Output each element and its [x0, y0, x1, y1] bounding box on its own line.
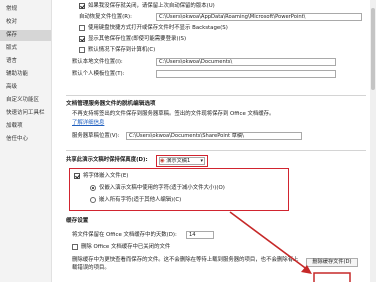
- save-options-panel: 如果我没保存就关闭，请保留上次自动保留的版本(U) 自动恢复文件位置(R): C…: [52, 0, 368, 282]
- embed-all-chars-option[interactable]: 嵌入所有字符(适于其他人编辑)(C): [90, 196, 181, 205]
- autorecover-path-field[interactable]: C:\Users\okwoa\AppData\Roaming\Microsoft…: [156, 13, 362, 21]
- keep-autosave-option[interactable]: 如果我没保存就关闭，请保留上次自动保留的版本(U): [79, 2, 215, 11]
- nav-item-language[interactable]: 语言: [0, 56, 51, 67]
- personal-templates-label: 默认个人模板位置(T):: [72, 71, 125, 77]
- fidelity-label: 共享此演示文稿时保持保真度(D):: [66, 157, 148, 163]
- offline-description: 不再支持将签出的文件保存到服务器草稿。签出的文件现将保存到 Office 文档缓…: [72, 111, 275, 117]
- presentation-icon: ◉: [160, 158, 165, 164]
- nav-item-proofing[interactable]: 校对: [0, 17, 51, 28]
- default-computer-checkbox[interactable]: [79, 46, 85, 53]
- default-computer-option[interactable]: 默认情况下保存到计算机(C): [79, 46, 155, 55]
- cache-days-field[interactable]: 14: [186, 231, 214, 239]
- nav-item-general[interactable]: 常规: [0, 4, 51, 15]
- embed-all-chars-label: 嵌入所有字符(适于其他人编辑)(C): [99, 197, 182, 203]
- show-additional-locations-option[interactable]: 显示其他保存位置(即使可能需要登录)(S): [79, 35, 186, 44]
- keyboard-shortcuts-label: 使用键盘快捷方式打开或保存文件时不显示 Backstage(S): [88, 25, 228, 31]
- nav-item-quick-access-toolbar[interactable]: 快速访问工具栏: [0, 108, 51, 119]
- nav-item-add-ins[interactable]: 加载项: [0, 121, 51, 132]
- scrollbar-thumb[interactable]: [371, 8, 375, 90]
- delete-closed-option[interactable]: 删除 Office 文档缓存中已关闭的文件: [72, 243, 170, 252]
- keep-autosave-checkbox[interactable]: [79, 2, 85, 9]
- embed-fonts-label: 将字体嵌入文件(E): [83, 173, 129, 179]
- embed-used-chars-radio[interactable]: [90, 184, 96, 191]
- embed-fonts-checkbox[interactable]: [74, 172, 80, 179]
- default-computer-label: 默认情况下保存到计算机(C): [88, 47, 156, 53]
- embed-used-chars-option[interactable]: 仅嵌入演示文稿中使用的字符(适于减小文件大小)(O): [90, 184, 225, 193]
- show-additional-label: 显示其他保存位置(即使可能需要登录)(S): [88, 36, 187, 42]
- delete-closed-label: 删除 Office 文档缓存中已关闭的文件: [81, 244, 171, 250]
- embed-all-chars-radio[interactable]: [90, 196, 96, 203]
- keyboard-shortcuts-checkbox[interactable]: [79, 24, 85, 31]
- nav-item-trust-center[interactable]: 信任中心: [0, 134, 51, 145]
- offline-editing-heading: 文档管理服务器文件的脱机编辑选项: [66, 101, 156, 107]
- options-scrollbar[interactable]: [370, 0, 376, 282]
- server-drafts-label: 服务器草稿位置(V):: [72, 133, 120, 139]
- presentation-select[interactable]: ◉ 演示文稿1 ▾: [159, 157, 205, 165]
- options-sidebar: 常规 校对 保存 版式 语言 辅助功能 高级 自定义功能区 快速访问工具栏 加载…: [0, 0, 52, 282]
- autorecover-label: 自动恢复文件位置(R):: [79, 14, 132, 20]
- presentation-select-value: 演示文稿1: [166, 158, 191, 164]
- keep-autosave-label: 如果我没保存就关闭，请保留上次自动保留的版本(U): [88, 3, 215, 9]
- keyboard-shortcuts-option[interactable]: 使用键盘快捷方式打开或保存文件时不显示 Backstage(S): [79, 24, 228, 33]
- local-location-label: 默认本地文件位置(I):: [72, 59, 123, 65]
- nav-item-save[interactable]: 保存: [0, 30, 51, 41]
- chevron-down-icon: ▾: [200, 158, 203, 164]
- section-divider: [66, 150, 366, 151]
- delete-cache-button[interactable]: 删除缓存文件(D): [306, 258, 358, 267]
- nav-item-advanced[interactable]: 高级: [0, 82, 51, 93]
- delete-closed-checkbox[interactable]: [72, 243, 78, 250]
- section-divider: [66, 95, 366, 96]
- local-location-field[interactable]: C:\Users\okwoa\Documents\: [156, 58, 336, 66]
- personal-templates-field[interactable]: [156, 70, 336, 78]
- embed-fonts-option[interactable]: 将字体嵌入文件(E): [74, 172, 128, 181]
- server-drafts-field[interactable]: C:\Users\okwoa\Documents\SharePoint 草稿\: [126, 132, 302, 140]
- nav-item-layout[interactable]: 版式: [0, 43, 51, 54]
- embed-used-chars-label: 仅嵌入演示文稿中使用的字符(适于减小文件大小)(O): [99, 185, 225, 191]
- cache-days-label: 将文件保留在 Office 文档缓存中的天数(D):: [72, 232, 177, 238]
- show-additional-checkbox[interactable]: [79, 35, 85, 42]
- learn-more-link[interactable]: 了解详细信息: [72, 119, 104, 128]
- cache-settings-heading: 缓存设置: [66, 218, 89, 224]
- cache-description: 删除缓存中为更快查看而保存的文件。这不会删除在等待上载到服务器的项目，也不会删除…: [72, 257, 299, 271]
- nav-item-accessibility[interactable]: 辅助功能: [0, 69, 51, 80]
- nav-item-customize-ribbon[interactable]: 自定义功能区: [0, 95, 51, 106]
